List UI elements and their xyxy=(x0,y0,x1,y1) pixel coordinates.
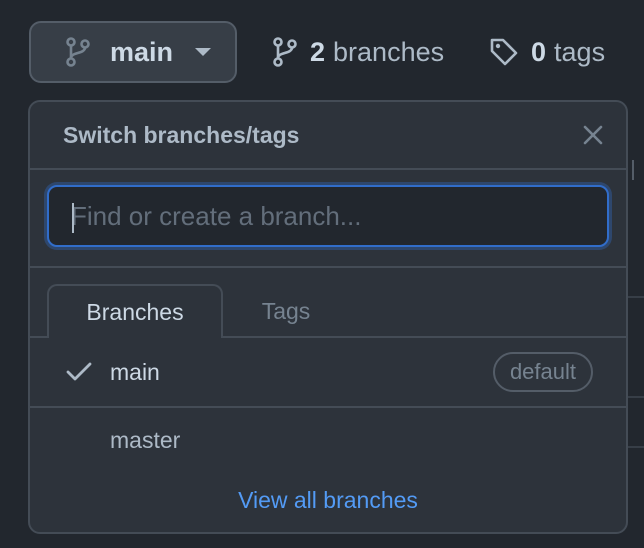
branch-select-button[interactable]: main xyxy=(29,21,237,83)
branches-count-value: 2 xyxy=(310,36,326,67)
close-button[interactable] xyxy=(582,124,604,146)
tag-icon xyxy=(489,37,519,67)
text-cursor xyxy=(72,203,74,233)
tags-count-value: 0 xyxy=(531,36,547,67)
branch-name: main xyxy=(110,358,160,385)
check-icon xyxy=(66,362,92,387)
tags-count-link[interactable]: 0 tags xyxy=(489,34,605,70)
git-branch-icon xyxy=(272,37,298,67)
background-divider xyxy=(626,296,644,298)
tab-bar: Branches Tags xyxy=(30,268,626,338)
dropdown-header: Switch branches/tags xyxy=(30,102,626,170)
tags-count-label: tags xyxy=(554,36,606,67)
view-all-branches-link[interactable]: View all branches xyxy=(30,487,626,514)
current-branch-label: main xyxy=(110,36,174,67)
branches-count-label: branches xyxy=(333,36,445,67)
git-branch-icon xyxy=(65,37,91,67)
caret-down-icon xyxy=(195,48,212,56)
background-divider xyxy=(626,396,644,398)
branches-count-link[interactable]: 2 branches xyxy=(272,34,444,70)
branch-search-input[interactable] xyxy=(47,185,609,247)
branch-item-main[interactable]: main default xyxy=(30,338,626,408)
tab-tags[interactable]: Tags xyxy=(226,284,346,338)
github-branch-switcher: main 2 branches 0 tags Switch branches/t… xyxy=(0,0,644,548)
branch-name: master xyxy=(110,426,181,453)
branch-switcher-dropdown: Switch branches/tags Branches Tags main xyxy=(28,100,628,534)
x-icon xyxy=(583,125,603,145)
default-badge: default xyxy=(492,352,593,392)
tab-branches[interactable]: Branches xyxy=(47,284,223,338)
search-section xyxy=(30,170,626,268)
branch-item-master[interactable]: master xyxy=(30,406,626,474)
dropdown-title: Switch branches/tags xyxy=(63,122,300,148)
background-divider xyxy=(626,446,644,448)
